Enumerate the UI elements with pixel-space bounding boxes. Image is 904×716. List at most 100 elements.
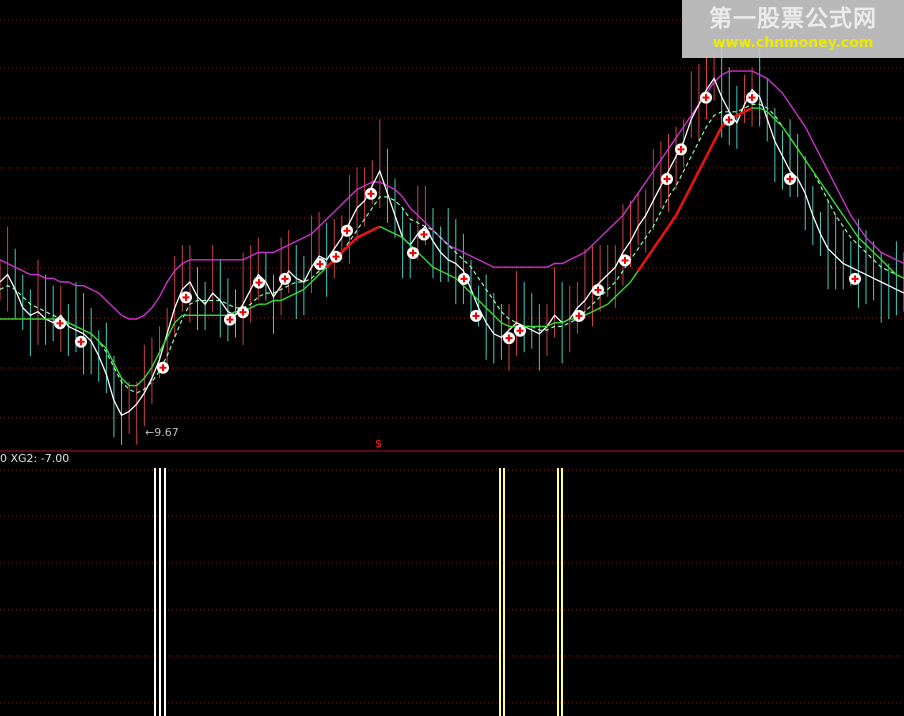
buy-signal-marker[interactable] (407, 247, 419, 259)
support-line-segment (835, 203, 844, 216)
support-line-segment (873, 251, 882, 261)
buy-signal-marker[interactable] (180, 291, 192, 304)
buy-signal-marker[interactable] (224, 313, 236, 326)
support-line-segment (850, 226, 859, 238)
support-line-segment (736, 110, 746, 117)
support-line-segment (447, 273, 457, 279)
support-line-segment (364, 229, 373, 236)
upper-band-line (0, 70, 904, 320)
support-line-segment (371, 225, 381, 232)
buy-signal-marker[interactable] (514, 324, 526, 337)
support-line-segment (379, 225, 388, 231)
buy-signal-marker[interactable] (746, 91, 758, 104)
support-line-segment (98, 340, 107, 350)
buy-signal-marker[interactable] (700, 91, 712, 104)
buy-signal-marker[interactable] (75, 335, 87, 348)
low-price-label: ←9.67 (145, 426, 179, 439)
support-line-segment (402, 237, 411, 246)
support-line-segment (295, 288, 305, 294)
indicator-bars (154, 468, 563, 716)
support-line-segment (584, 310, 593, 316)
buy-signal-marker[interactable] (314, 258, 326, 271)
support-line-segment (68, 322, 77, 328)
support-line-segment (485, 307, 495, 316)
support-line-segment (682, 185, 693, 202)
support-line-segment (493, 314, 502, 324)
support-line-segment (667, 214, 678, 228)
candlesticks (0, 45, 904, 445)
support-line-segment (705, 140, 716, 157)
support-line-segment (387, 229, 396, 235)
support-line-segment (607, 296, 616, 305)
indicator-header: 0 XG2: -7.00 (0, 452, 69, 465)
buy-signal-marker[interactable] (418, 228, 430, 241)
support-line-segment (880, 259, 890, 268)
buy-signal-marker[interactable] (619, 254, 631, 267)
buy-signal-marker[interactable] (157, 361, 169, 374)
support-line-segment (250, 303, 259, 309)
support-line-segment (697, 155, 708, 172)
watermark-url: www.chnmoney.com (712, 35, 874, 51)
watermark: 第一股票公式网 www.chnmoney.com (682, 0, 904, 58)
support-line-segment (896, 273, 904, 279)
support-line-segment (478, 299, 487, 309)
buy-signal-marker[interactable] (503, 332, 515, 345)
support-line-segment (75, 325, 84, 331)
support-line-segment (659, 225, 670, 239)
buy-signal-marker[interactable] (723, 113, 735, 126)
support-line-segment (622, 281, 632, 290)
buy-signal-marker[interactable] (253, 276, 265, 289)
signal-marker: $ (375, 437, 382, 450)
support-line-segment (690, 170, 701, 187)
support-line-segment (674, 200, 685, 216)
watermark-title: 第一股票公式网 (709, 6, 877, 32)
stock-chart[interactable]: ←9.67 $ 0 XG2: -7.00 (0, 0, 904, 716)
support-line-segment (113, 363, 123, 379)
indicator-lines (0, 70, 904, 417)
buy-signal-marker[interactable] (458, 272, 470, 285)
support-line-segment (424, 259, 434, 268)
buy-signal-marker[interactable] (365, 187, 377, 200)
support-line-segment (804, 159, 814, 172)
buy-signal-marker[interactable] (330, 250, 342, 263)
support-line-segment (143, 366, 153, 379)
support-line-segment (827, 192, 837, 205)
support-line-segment (288, 292, 297, 298)
buy-signal-marker[interactable] (573, 309, 585, 322)
buy-signal-marker[interactable] (661, 173, 673, 185)
support-line-segment (158, 337, 168, 353)
support-line-segment (501, 322, 510, 328)
support-line-segment (310, 274, 320, 283)
buy-signal-marker[interactable] (237, 306, 249, 319)
support-line-segment (743, 106, 753, 113)
support-line-segment (865, 244, 875, 253)
support-line-segment (592, 307, 601, 313)
support-line-segment (637, 259, 647, 272)
buy-signal-marker[interactable] (54, 317, 66, 330)
buy-signal-marker[interactable] (279, 272, 291, 285)
support-line-segment (121, 377, 130, 387)
support-line-segment (280, 296, 289, 302)
buy-signal-marker[interactable] (470, 309, 482, 322)
support-line-segment (303, 281, 312, 290)
support-line-segment (774, 118, 783, 128)
support-line-segment (599, 303, 609, 309)
support-line-segment (797, 148, 806, 161)
buy-signal-marker[interactable] (784, 173, 796, 185)
support-line-segment (857, 237, 867, 246)
support-line-segment (356, 232, 366, 239)
buy-signal-marker[interactable] (592, 284, 604, 296)
support-line-segment (812, 170, 822, 183)
buy-signal-marker[interactable] (849, 272, 861, 285)
support-line-segment (340, 244, 351, 254)
support-line-segment (781, 126, 791, 139)
support-line-segment (652, 236, 662, 250)
buy-signal-marker[interactable] (675, 143, 687, 156)
support-line-segment (842, 215, 852, 227)
support-line-segment (440, 270, 449, 276)
support-line-segment (83, 329, 92, 335)
support-line-segment (561, 318, 571, 324)
buy-signal-marker[interactable] (341, 224, 353, 237)
support-line-segment (614, 288, 624, 298)
support-line-segment (629, 270, 639, 283)
